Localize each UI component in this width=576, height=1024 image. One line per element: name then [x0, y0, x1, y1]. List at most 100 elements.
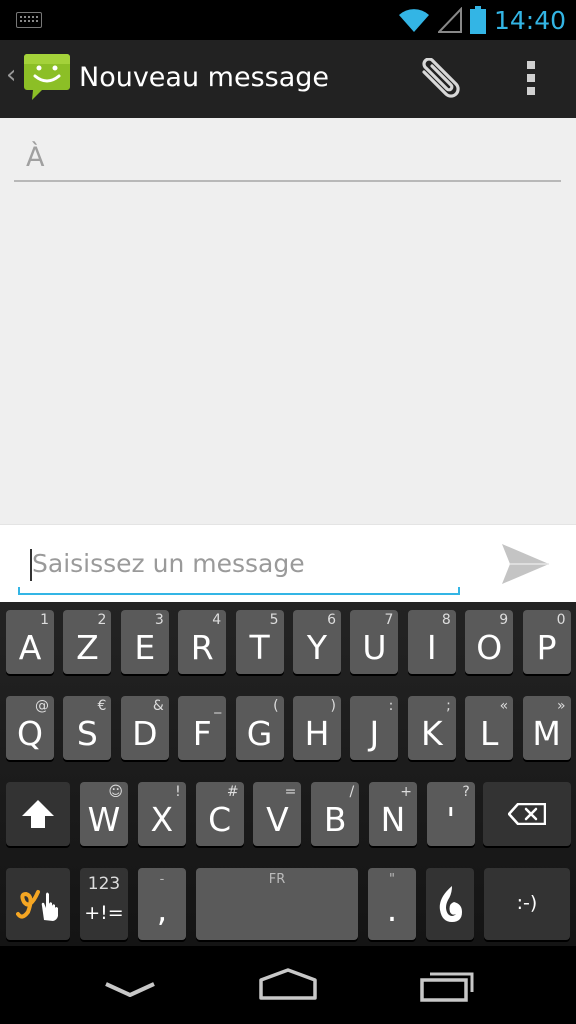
key-label: I — [426, 628, 437, 667]
recipient-input[interactable]: À — [14, 138, 561, 182]
recents-icon[interactable] — [420, 968, 478, 1002]
message-input[interactable]: Saisissez un message — [18, 541, 460, 595]
key-hint: # — [226, 784, 239, 800]
key-m[interactable]: » M — [522, 696, 571, 760]
key-label: P — [536, 628, 557, 667]
key-label: Q — [17, 714, 43, 753]
period-key-hint: " — [389, 872, 395, 887]
key-z[interactable]: 2Z — [63, 610, 112, 674]
shift-key[interactable] — [6, 782, 70, 846]
key-hint: 3 — [154, 612, 164, 628]
key-p[interactable]: 0P — [522, 610, 571, 674]
home-icon[interactable] — [258, 968, 318, 1000]
key-label: U — [362, 628, 387, 667]
key-w[interactable]: ☺ W — [80, 782, 128, 846]
up-caret-icon[interactable]: ‹ — [6, 60, 16, 90]
key-b[interactable]: / B — [311, 782, 360, 846]
key-label: ' — [446, 800, 456, 839]
battery-icon — [469, 6, 486, 34]
key-apostrophe[interactable]: ? ' — [426, 782, 475, 846]
recipient-placeholder: À — [26, 142, 45, 173]
symbols-key-bottom-label: +!= — [84, 902, 124, 924]
symbols-key-top-label: 123 — [87, 874, 121, 894]
key-label: G — [246, 714, 273, 753]
navigation-bar — [0, 946, 576, 1024]
key-hint: ? — [462, 784, 470, 800]
key-hint: 8 — [441, 612, 451, 628]
key-j[interactable]: :J — [350, 696, 399, 760]
key-y[interactable]: 6Y — [293, 610, 341, 674]
key-label: C — [208, 800, 232, 839]
key-hint: « — [499, 698, 509, 714]
key-t[interactable]: 5T — [235, 610, 284, 674]
space-key-language: FR — [268, 872, 286, 887]
key-h[interactable]: ) H — [293, 696, 341, 760]
key-label: T — [249, 628, 270, 667]
status-icons: 14:40 — [398, 0, 566, 40]
key-hint: 9 — [499, 612, 509, 628]
backspace-icon — [508, 803, 546, 825]
shift-arrow-icon — [22, 800, 54, 828]
key-label: J — [369, 714, 380, 753]
key-o[interactable]: 9O — [465, 610, 514, 674]
key-n[interactable]: + N — [369, 782, 417, 846]
key-e[interactable]: 3E — [120, 610, 169, 674]
key-l[interactable]: «L — [465, 696, 514, 760]
key-c[interactable]: # C — [195, 782, 244, 846]
key-d[interactable]: & D — [120, 696, 169, 760]
key-hint: € — [97, 698, 107, 714]
key-r[interactable]: 4R — [178, 610, 227, 674]
key-u[interactable]: 7U — [350, 610, 399, 674]
symbols-key[interactable]: 123 +!= — [80, 868, 128, 940]
key-s[interactable]: € S — [63, 696, 112, 760]
key-hint: & — [152, 698, 164, 714]
emoticon-key-label: :-) — [516, 892, 538, 914]
key-g[interactable]: (G — [235, 696, 284, 760]
key-k[interactable]: ; K — [407, 696, 456, 760]
comma-key[interactable]: - , — [138, 868, 186, 940]
send-icon[interactable] — [500, 542, 550, 586]
clock: 14:40 — [493, 5, 566, 35]
page-title: Nouveau message — [79, 62, 330, 93]
key-v[interactable]: = V — [253, 782, 302, 846]
key-hint: ) — [330, 698, 336, 714]
key-label: L — [479, 714, 499, 753]
action-bar: ‹ Nouveau message — [0, 40, 576, 118]
key-hint: @ — [35, 698, 49, 714]
key-label: A — [18, 628, 42, 667]
key-hint: 4 — [212, 612, 222, 628]
key-x[interactable]: ! X — [137, 782, 186, 846]
back-icon[interactable] — [104, 980, 156, 1000]
attach-icon[interactable] — [418, 58, 466, 100]
dragon-flame-icon — [439, 886, 462, 922]
messaging-app-icon[interactable] — [24, 52, 70, 102]
key-f[interactable]: _ F — [178, 696, 227, 760]
key-i[interactable]: 8I — [407, 610, 456, 674]
dragon-voice-key[interactable] — [426, 868, 474, 940]
key-hint: _ — [214, 698, 222, 714]
wifi-icon — [398, 9, 429, 33]
key-hint: 5 — [269, 612, 279, 628]
key-label: Z — [76, 628, 99, 667]
key-hint: : — [388, 698, 394, 714]
period-key[interactable]: " . — [368, 868, 416, 940]
status-bar: 14:40 — [0, 0, 576, 40]
key-label: V — [266, 800, 289, 839]
key-q[interactable]: @ Q — [6, 696, 54, 760]
emoticon-key[interactable]: :-) — [484, 868, 570, 940]
keyboard-icon — [16, 12, 42, 28]
key-hint: 1 — [40, 612, 49, 628]
period-key-label: . — [386, 890, 398, 929]
key-hint: = — [284, 784, 297, 800]
key-label: S — [76, 714, 98, 753]
key-hint: / — [349, 784, 355, 800]
key-label: H — [304, 714, 330, 753]
space-key[interactable]: FR — [196, 868, 358, 940]
key-a[interactable]: 1A — [6, 610, 54, 674]
key-label: F — [192, 714, 212, 753]
backspace-key[interactable] — [483, 782, 571, 846]
key-label: B — [323, 800, 347, 839]
overflow-menu-icon[interactable] — [524, 60, 538, 96]
conversation-area: À — [0, 118, 576, 524]
swype-key[interactable] — [6, 868, 70, 940]
